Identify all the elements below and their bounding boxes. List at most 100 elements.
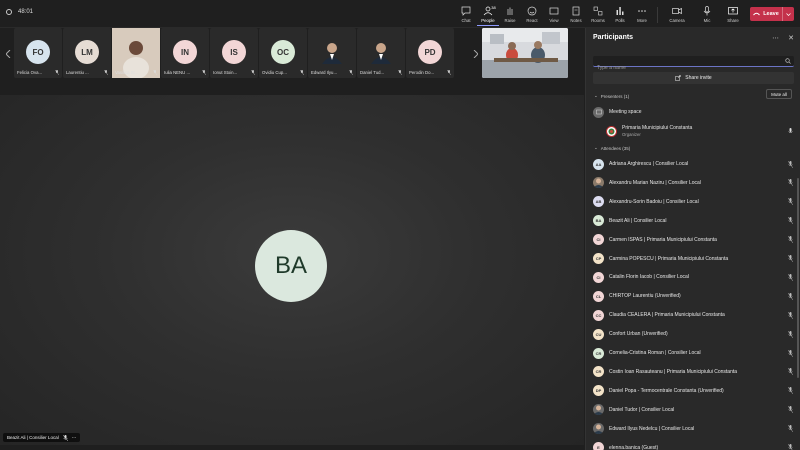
- mic-on-icon: [786, 127, 794, 135]
- more-options-icon[interactable]: ⋯: [72, 435, 77, 441]
- participant-tile[interactable]: Edward Ilyu...: [308, 28, 356, 78]
- attendee-row[interactable]: Eelenna.banica (Guest): [593, 440, 798, 450]
- toolbar-actions: Chat 38 People Raise React View Notes Rooms Poll…: [455, 4, 794, 26]
- mic-muted-icon: [786, 160, 794, 168]
- share-invite-button[interactable]: Share invite: [593, 72, 794, 84]
- mic-muted-icon: [250, 70, 255, 76]
- tool-notes-button[interactable]: Notes: [565, 4, 587, 26]
- mic-muted-icon: [786, 236, 794, 244]
- tool-react-button[interactable]: React: [521, 4, 543, 26]
- participant-tile-name: Felicia Ova...: [17, 70, 59, 76]
- tool-mic-button[interactable]: Mic: [692, 4, 722, 26]
- tool-raise-button[interactable]: Raise: [499, 4, 521, 26]
- panel-close-icon[interactable]: ✕: [788, 34, 794, 42]
- participant-tile[interactable]: FO Felicia Ova...: [14, 28, 62, 78]
- participant-tile[interactable]: IS Ionut Stoin...: [210, 28, 258, 78]
- tool-chat-button[interactable]: Chat: [455, 4, 477, 26]
- attendee-row[interactable]: Daniel Tudor | Consilier Local: [593, 402, 798, 418]
- participant-name: Edward Ilyu...: [311, 70, 338, 75]
- attendee-row[interactable]: CR Costin Ioan Rasauteanu | Primaria Muni…: [593, 364, 798, 380]
- meeting-timer-text: 48:01: [18, 9, 34, 15]
- room-video-feed: [482, 28, 568, 78]
- presenters-section-toggle[interactable]: ⌄ Presenters (1): [594, 93, 629, 99]
- strip-prev-arrow-icon[interactable]: [4, 48, 12, 60]
- strip-next-arrow-icon[interactable]: [471, 48, 479, 60]
- participant-tile-name: Ovidiu Cup...: [262, 70, 304, 76]
- leave-options-chevron-icon[interactable]: [782, 7, 794, 21]
- attendee-row[interactable]: BA Beazit Ali | Consilier Local: [593, 213, 798, 229]
- participant-tile-name: Edward Ilyu...: [311, 70, 353, 76]
- attendee-avatar: AA: [593, 158, 604, 170]
- tool-label: Rooms: [591, 18, 605, 23]
- attendee-name: Claudia CEALERA | Primaria Municipiului …: [609, 312, 725, 319]
- tool-label: Share: [727, 18, 739, 23]
- leave-button[interactable]: Leave: [750, 7, 794, 21]
- chat-icon: [461, 6, 471, 16]
- attendee-row[interactable]: CC Claudia CEALERA | Primaria Municipiulu…: [593, 307, 798, 323]
- raise-hand-icon: [505, 6, 515, 16]
- react-icon: [527, 6, 537, 16]
- participant-tile-name: Ionut Stoin...: [213, 70, 255, 76]
- attendee-row[interactable]: CR Cornelia-Cristina Roman | Consilier Lo…: [593, 345, 798, 361]
- participant-search: [593, 56, 794, 74]
- participant-tile[interactable]: IN Iulia NENU ...: [161, 28, 209, 78]
- participant-tile[interactable]: LM Laurentiu ...: [63, 28, 111, 78]
- tool-label: Polls: [615, 18, 625, 23]
- mic-muted-icon: [201, 70, 206, 76]
- share-screen-icon: [728, 6, 738, 16]
- mic-muted-icon: [786, 349, 794, 357]
- participant-tile[interactable]: Vasilica St...: [112, 28, 160, 78]
- attendee-name: Daniel Tudor | Consilier Local: [609, 406, 675, 413]
- participants-panel: Participants ⋯ ✕ Share invite ⌄ Presente…: [585, 28, 800, 450]
- attendee-row[interactable]: CU Confort Urban (Unverified): [593, 326, 798, 342]
- attendee-row[interactable]: CL CHIRTOP Laurentiu (Unverified): [593, 288, 798, 304]
- tool-label: Camera: [669, 18, 685, 23]
- tool-camera-button[interactable]: Camera: [662, 4, 692, 26]
- tool-more-button[interactable]: More: [631, 4, 653, 26]
- mic-muted-icon: [103, 70, 108, 76]
- panel-more-icon[interactable]: ⋯: [772, 34, 779, 42]
- participant-name: Iulia NENU ...: [164, 70, 191, 75]
- attendee-row[interactable]: CI Catalin Florin Iacob | Consilier Local: [593, 269, 798, 285]
- speaker-avatar: BA: [255, 230, 327, 302]
- tool-rooms-button[interactable]: Rooms: [587, 4, 609, 26]
- chevron-down-icon: ⌄: [594, 93, 598, 98]
- participant-name: Felicia Ova...: [17, 70, 43, 75]
- meeting-space-row[interactable]: Meeting space: [593, 104, 798, 120]
- presenter-row[interactable]: Primaria Municipiului Constanta Organize…: [606, 122, 798, 140]
- room-video-tile[interactable]: [482, 28, 568, 78]
- main-stage: BA Beazit Ali | Consilier Local ⋯: [0, 95, 584, 445]
- tool-people-button[interactable]: 38 People: [477, 4, 499, 26]
- attendees-section-toggle[interactable]: ⌄ Attendees (35): [594, 145, 630, 151]
- mute-all-button[interactable]: Mute all: [766, 89, 792, 99]
- people-count-badge: 38: [491, 5, 496, 10]
- participant-tile-name: Vasilica St...: [115, 70, 157, 76]
- tool-share-button[interactable]: Share: [722, 4, 744, 26]
- participant-tile[interactable]: OC Ovidiu Cup...: [259, 28, 307, 78]
- attendee-row[interactable]: CP Carmina POPESCU | Primaria Municipiulu…: [593, 251, 798, 267]
- attendee-row[interactable]: AB Alexandru-Sorin Badoiu | Consilier Loc…: [593, 194, 798, 210]
- attendee-avatar: BA: [593, 215, 604, 227]
- presenter-name: Primaria Municipiului Constanta: [622, 125, 693, 131]
- attendee-row[interactable]: CI Carmen ISPAS | Primaria Municipiului C…: [593, 232, 798, 248]
- attendee-name: Adriana Arghirescu | Consilier Local: [609, 161, 689, 167]
- attendee-name: Beazit Ali | Consilier Local: [609, 217, 667, 224]
- leave-main[interactable]: Leave: [750, 11, 782, 17]
- attendee-name: Carmina POPESCU | Primaria Municipiului …: [609, 255, 729, 262]
- attendee-row[interactable]: AA Adriana Arghirescu | Consilier Local: [593, 156, 798, 172]
- tool-view-button[interactable]: View: [543, 4, 565, 26]
- mic-muted-icon: [786, 387, 794, 395]
- tool-polls-button[interactable]: Polls: [609, 4, 631, 26]
- mic-muted-icon: [786, 217, 794, 225]
- tool-label: React: [526, 18, 538, 23]
- participant-tile[interactable]: PD Perodin Do...: [406, 28, 454, 78]
- camera-icon: [672, 6, 682, 16]
- mic-muted-icon: [786, 368, 794, 376]
- mic-muted-icon: [786, 179, 794, 187]
- hang-up-icon: [753, 12, 761, 16]
- panel-scrollbar[interactable]: [797, 178, 799, 378]
- participant-tile[interactable]: Daniel Tud...: [357, 28, 405, 78]
- attendee-row[interactable]: Edward Ilyus Nedelcu | Consilier Local: [593, 421, 798, 437]
- attendee-row[interactable]: DP Daniel Popa - Termocentrale Constanta …: [593, 383, 798, 399]
- attendee-row[interactable]: Alexandru Marian Naziru | Consilier Loca…: [593, 175, 798, 191]
